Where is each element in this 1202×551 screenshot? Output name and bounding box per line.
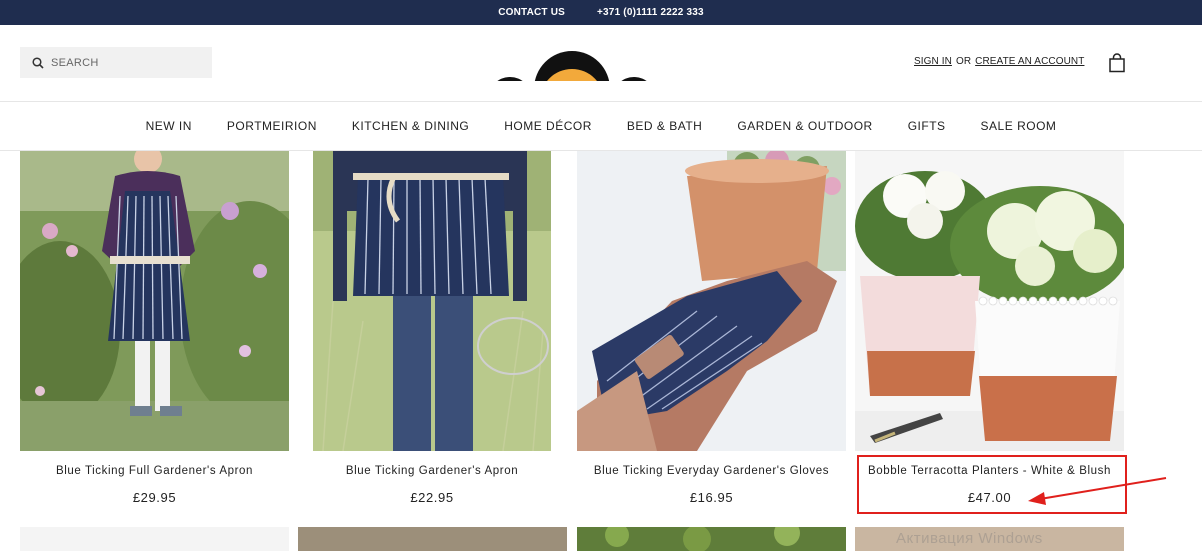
nav-item-kitchen-dining[interactable]: KITCHEN & DINING: [334, 119, 486, 133]
nav-item-garden-outdoor[interactable]: GARDEN & OUTDOOR: [720, 119, 890, 133]
nav-item-new-in[interactable]: NEW IN: [128, 119, 209, 133]
site-logo[interactable]: [488, 49, 658, 81]
site-header: SIGN IN OR CREATE AN ACCOUNT: [0, 25, 1202, 101]
product-name[interactable]: Blue Ticking Full Gardener's Apron: [20, 465, 289, 477]
main-nav: NEW IN PORTMEIRION KITCHEN & DINING HOME…: [0, 101, 1202, 151]
nav-item-home-decor[interactable]: HOME DÉCOR: [487, 119, 610, 133]
account-links: SIGN IN OR CREATE AN ACCOUNT: [914, 56, 1084, 67]
product-image-gardener-apron[interactable]: [313, 151, 551, 451]
windows-activation-watermark: Активация Windows: [896, 530, 1043, 547]
product-price: £29.95: [132, 490, 177, 505]
contact-us-link[interactable]: CONTACT US: [498, 7, 565, 18]
product-image[interactable]: [298, 527, 567, 551]
product-name[interactable]: Blue Ticking Everyday Gardener's Gloves: [577, 465, 846, 477]
product-image-planters[interactable]: [855, 151, 1124, 451]
nav-item-portmeirion[interactable]: PORTMEIRION: [209, 119, 334, 133]
product-price: £16.95: [689, 490, 734, 505]
nav-item-sale-room[interactable]: SALE ROOM: [963, 119, 1074, 133]
search-input[interactable]: [51, 56, 201, 69]
search-icon: [32, 56, 44, 69]
product-image[interactable]: [20, 527, 289, 551]
top-bar: CONTACT US +371 (0)1111 2222 333: [0, 0, 1202, 25]
nav-item-gifts[interactable]: GIFTS: [890, 119, 963, 133]
logo-shape: [488, 77, 532, 81]
shopping-bag-icon[interactable]: [1108, 53, 1126, 73]
or-separator: OR: [955, 56, 972, 67]
sign-in-link[interactable]: SIGN IN: [914, 56, 952, 67]
nav-item-bed-bath[interactable]: BED & BATH: [609, 119, 719, 133]
phone-number[interactable]: +371 (0)1111 2222 333: [597, 7, 704, 18]
product-name[interactable]: Blue Ticking Gardener's Apron: [313, 465, 551, 477]
logo-shape: [612, 77, 656, 81]
product-price: £22.95: [410, 490, 454, 505]
product-image-full-apron[interactable]: [20, 151, 289, 451]
create-account-link[interactable]: CREATE AN ACCOUNT: [975, 56, 1084, 67]
annotation-arrow-icon: [1028, 477, 1167, 505]
product-image[interactable]: [577, 527, 846, 551]
product-image-gloves[interactable]: [577, 151, 846, 451]
search-box[interactable]: [20, 47, 212, 78]
